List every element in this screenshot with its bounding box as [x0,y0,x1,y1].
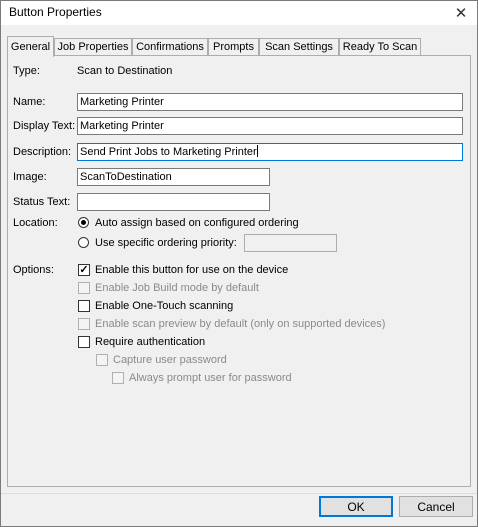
capture-password-label: Capture user password [113,354,227,366]
name-label: Name: [13,96,46,108]
one-touch-checkbox[interactable] [78,300,90,312]
enable-button-label[interactable]: Enable this button for use on the device [95,264,288,276]
status-text-label: Status Text: [13,196,71,208]
general-panel: Type: Scan to Destination Name: Marketin… [7,55,471,487]
image-label: Image: [13,171,47,183]
require-auth-checkbox[interactable] [78,336,90,348]
type-value: Scan to Destination [77,65,173,77]
name-field[interactable]: Marketing Printer [77,93,463,111]
display-text-field[interactable]: Marketing Printer [77,117,463,135]
always-prompt-label: Always prompt user for password [129,372,292,384]
cancel-button[interactable]: Cancel [399,496,473,517]
title-bar: Button Properties ✕ [1,1,477,25]
specific-priority-radio[interactable] [78,237,89,248]
one-touch-label[interactable]: Enable One-Touch scanning [95,300,233,312]
tab-general[interactable]: General [7,36,54,57]
ok-button[interactable]: OK [319,496,393,517]
tab-confirmations[interactable]: Confirmations [132,38,208,55]
type-label: Type: [13,65,40,77]
scan-preview-checkbox [78,318,90,330]
priority-field [244,234,337,252]
tab-ready-to-scan[interactable]: Ready To Scan [339,38,421,55]
tab-scan-settings[interactable]: Scan Settings [259,38,339,55]
require-auth-label[interactable]: Require authentication [95,336,205,348]
status-text-field[interactable] [77,193,270,211]
auto-assign-label[interactable]: Auto assign based on configured ordering [95,217,299,229]
always-prompt-checkbox [112,372,124,384]
description-field[interactable]: Send Print Jobs to Marketing Printer [77,143,463,161]
tab-job-properties[interactable]: Job Properties [54,38,132,55]
close-icon[interactable]: ✕ [447,1,475,25]
dialog-window: Button Properties ✕ General Job Properti… [0,0,478,527]
tab-prompts[interactable]: Prompts [208,38,259,55]
display-text-label: Display Text: [13,120,76,132]
specific-priority-label[interactable]: Use specific ordering priority: [95,237,237,249]
description-text: Send Print Jobs to Marketing Printer [80,146,257,158]
description-label: Description: [13,146,72,158]
text-caret [256,145,258,157]
options-label: Options: [13,264,54,276]
image-field[interactable]: ScanToDestination [77,168,270,186]
location-label: Location: [13,217,58,229]
enable-button-checkbox[interactable]: ✓ [78,264,90,276]
job-build-label: Enable Job Build mode by default [95,282,259,294]
capture-password-checkbox [96,354,108,366]
window-title: Button Properties [9,5,102,19]
scan-preview-label: Enable scan preview by default (only on … [95,318,386,330]
auto-assign-radio[interactable] [78,217,89,228]
job-build-checkbox [78,282,90,294]
footer-divider [1,493,477,494]
